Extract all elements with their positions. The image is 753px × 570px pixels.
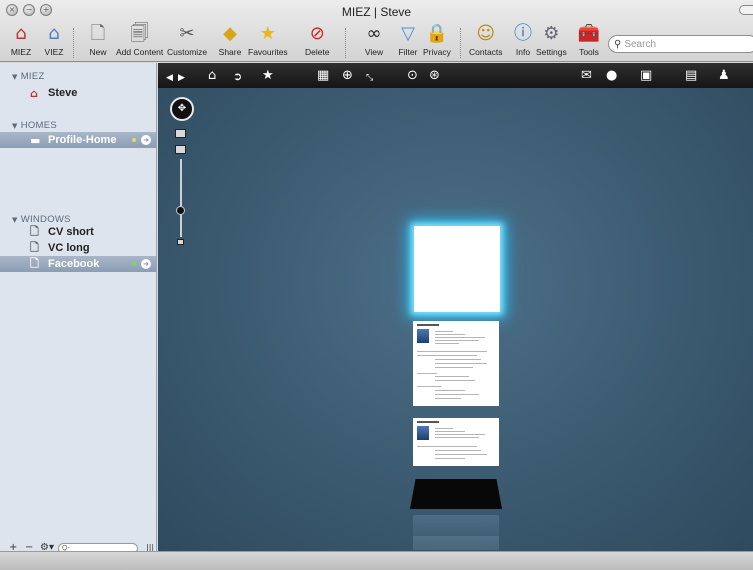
fullscreen-icon[interactable]: ⤡ bbox=[366, 71, 373, 86]
share-icon: ◆ bbox=[223, 23, 237, 44]
info-icon: ⓘ bbox=[514, 23, 532, 44]
mail-icon[interactable]: ✉ bbox=[581, 68, 592, 83]
toolbar-contacts[interactable]: ☺ Contacts bbox=[469, 22, 503, 57]
sidebar-item-profile-home[interactable]: ▬ Profile-Home ➜ bbox=[0, 132, 156, 148]
cv-document-thumbnail[interactable] bbox=[413, 321, 499, 406]
toolbox-icon: 🧰 bbox=[577, 23, 601, 44]
sidebar-section-miez[interactable]: ▼ MIEZ bbox=[12, 71, 45, 82]
toolbar-favourites[interactable]: ★ Favourites bbox=[248, 22, 288, 57]
lock-icon: 🔒 bbox=[425, 23, 449, 44]
forward-arrow-icon[interactable]: ▶ bbox=[178, 71, 185, 86]
sidebar-section-homes[interactable]: ▼ HOMES bbox=[12, 120, 57, 131]
zoom-preset-small-button[interactable] bbox=[175, 145, 186, 154]
briefcase-icon[interactable]: ▤ bbox=[685, 68, 697, 83]
viez-icon: ⌂ bbox=[48, 23, 60, 44]
back-arrow-icon[interactable]: ◀ bbox=[166, 71, 173, 86]
toolbar-settings[interactable]: ⚙ Settings bbox=[536, 22, 567, 57]
toolbar-view[interactable]: ∞ View bbox=[362, 22, 386, 57]
home-icon: ⌂ bbox=[30, 86, 38, 100]
toolbar-delete[interactable]: ⊘ Delete bbox=[305, 22, 330, 57]
toolbar-miez[interactable]: ⌂ MIEZ bbox=[9, 22, 33, 57]
sidebar-item-vc-long[interactable]: 🗋 VC long bbox=[0, 240, 156, 256]
profile-photo bbox=[417, 426, 429, 440]
sidebar-item-facebook[interactable]: 🗋 Facebook ➜ bbox=[0, 256, 156, 272]
status-indicator bbox=[132, 138, 136, 142]
globe-icon[interactable]: ⊕ bbox=[342, 68, 353, 83]
home-icon: ⌂ bbox=[15, 23, 27, 44]
contacts-icon: ☺ bbox=[476, 23, 496, 44]
disclosure-triangle-icon: ▼ bbox=[12, 122, 18, 130]
gear-icon: ⚙ bbox=[543, 23, 560, 44]
download-circle-icon[interactable]: ⊙ bbox=[407, 68, 418, 83]
viewer-area: ◀ ▶ ⌂ ➲ ★ ▦ ⊕ ⤡ ⊙ ⊛ ✉ ● ▣ ▤ ♟ ✥ bbox=[158, 63, 753, 551]
document-icon: 🗋 bbox=[30, 256, 39, 270]
zoom-slider-knob[interactable] bbox=[176, 206, 185, 215]
toolbar-filter[interactable]: ▽ Filter bbox=[396, 22, 420, 57]
delete-icon: ⊘ bbox=[309, 23, 325, 44]
sidebar-item-steve[interactable]: ⌂ Steve bbox=[0, 85, 156, 101]
navigation-circle-icon[interactable]: ⊛ bbox=[429, 68, 440, 83]
add-content-icon: 🗐 bbox=[130, 23, 149, 44]
person-icon[interactable]: ♟ bbox=[718, 68, 730, 83]
toolbar-info[interactable]: ⓘ Info bbox=[511, 22, 535, 57]
toolbar-customize[interactable]: ✂ Customize bbox=[167, 22, 207, 57]
next-circle-icon[interactable]: ➲ bbox=[233, 69, 242, 84]
zoom-min-button[interactable] bbox=[177, 239, 184, 245]
camera-add-icon[interactable]: ▣ bbox=[640, 68, 652, 83]
binoculars-icon: ∞ bbox=[366, 23, 382, 44]
toolbar-add-content[interactable]: 🗐 Add Content bbox=[116, 22, 163, 57]
profile-photo bbox=[417, 329, 429, 343]
toolbar-privacy[interactable]: 🔒 Privacy bbox=[423, 22, 451, 57]
star-icon[interactable]: ★ bbox=[262, 68, 274, 83]
new-document-icon: 🗋 bbox=[90, 23, 106, 44]
stack-pedestal bbox=[410, 479, 502, 509]
window-title: MIEZ | Steve bbox=[341, 5, 412, 19]
search-input[interactable] bbox=[624, 38, 745, 50]
toolbar-tools[interactable]: 🧰 Tools bbox=[577, 22, 601, 57]
go-arrow-icon[interactable]: ➜ bbox=[141, 135, 151, 145]
status-bar bbox=[0, 551, 753, 570]
star-icon: ★ bbox=[259, 23, 276, 44]
cv-document-thumbnail[interactable] bbox=[413, 418, 499, 466]
zoom-slider[interactable] bbox=[180, 159, 182, 237]
monitor-icon: ▬ bbox=[30, 133, 41, 147]
disclosure-triangle-icon: ▼ bbox=[12, 216, 18, 224]
home-icon[interactable]: ⌂ bbox=[208, 68, 216, 83]
toolbar-new[interactable]: 🗋 New bbox=[86, 22, 110, 57]
filter-icon: ▽ bbox=[401, 23, 415, 44]
grid-icon[interactable]: ▦ bbox=[317, 68, 329, 83]
search-icon: ⚲ bbox=[614, 38, 622, 50]
sidebar: ▼ MIEZ ⌂ Steve ▼ HOMES ▬ Profile-Home ➜ ▼ W… bbox=[0, 63, 157, 551]
status-indicator bbox=[132, 262, 136, 266]
floor-reflection bbox=[413, 536, 499, 550]
disclosure-triangle-icon: ▼ bbox=[12, 73, 18, 81]
zoom-preset-large-button[interactable] bbox=[175, 129, 186, 138]
go-arrow-icon[interactable]: ➜ bbox=[141, 259, 151, 269]
viewer-toolbar: ◀ ▶ ⌂ ➲ ★ ▦ ⊕ ⤡ ⊙ ⊛ ✉ ● ▣ ▤ ♟ bbox=[158, 63, 753, 88]
sidebar-item-cv-short[interactable]: 🗋 CV short bbox=[0, 224, 156, 240]
toolbar-toggle-button[interactable] bbox=[739, 5, 753, 15]
toolbar-separator bbox=[73, 28, 74, 58]
search-field[interactable]: ⚲ bbox=[608, 35, 753, 53]
toolbar-viez[interactable]: ⌂ VIEZ bbox=[42, 22, 66, 57]
chat-bubble-icon[interactable]: ● bbox=[606, 68, 617, 83]
navigation-wheel[interactable]: ✥ bbox=[170, 97, 194, 121]
selected-window-card[interactable] bbox=[414, 226, 500, 312]
toolbar-share[interactable]: ◆ Share bbox=[218, 22, 242, 57]
toolbar-separator bbox=[460, 28, 461, 58]
toolbar-separator bbox=[345, 28, 346, 58]
tools-icon: ✂ bbox=[179, 23, 195, 44]
